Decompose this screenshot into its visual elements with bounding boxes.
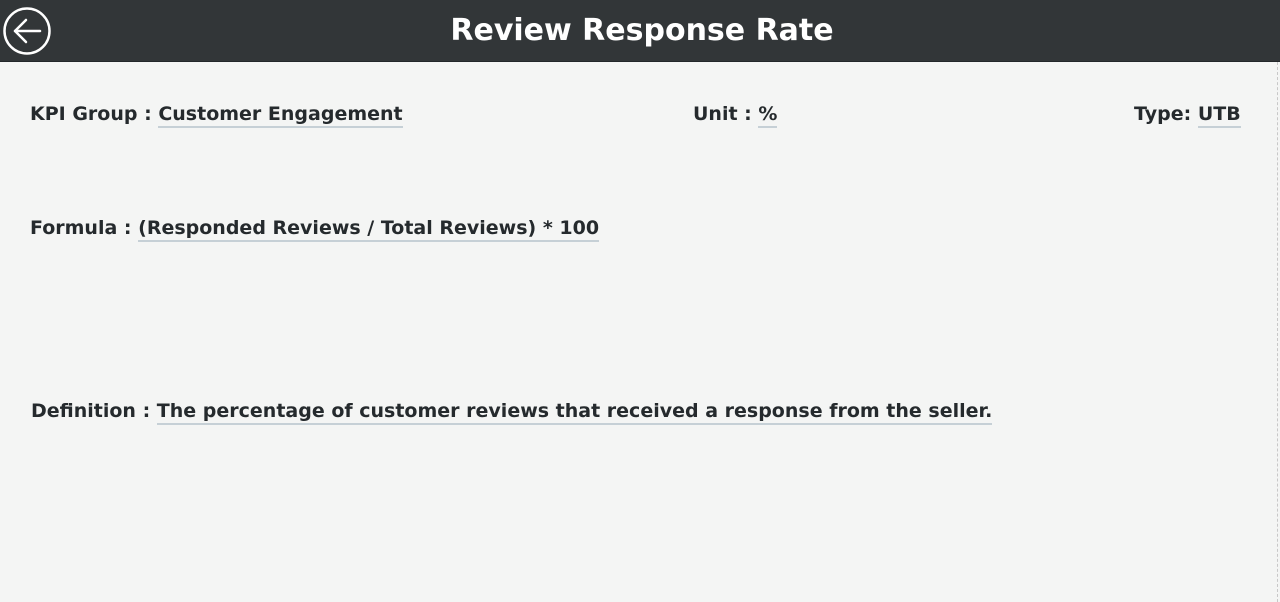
kpi-group-value: Customer Engagement (158, 104, 403, 128)
definition-field: Definition : The percentage of customer … (31, 400, 993, 425)
kpi-group-label: KPI Group : (30, 103, 152, 125)
definition-label: Definition : (31, 400, 151, 422)
type-label: Type: (1134, 103, 1192, 125)
definition-value: The percentage of customer reviews that … (156, 401, 993, 425)
formula-value: (Responded Reviews / Total Reviews) * 10… (138, 218, 600, 242)
page-title: Review Response Rate (450, 13, 834, 48)
type-field: Type: UTB (1134, 103, 1241, 128)
unit-value: % (758, 104, 778, 128)
unit-field: Unit : % (693, 103, 778, 128)
unit-label: Unit : (693, 103, 752, 125)
formula-field: Formula : (Responded Reviews / Total Rev… (30, 217, 600, 242)
header-bar: Review Response Rate (0, 0, 1280, 62)
type-value: UTB (1197, 104, 1241, 128)
kpi-group-field: KPI Group : Customer Engagement (30, 103, 403, 128)
formula-label: Formula : (30, 217, 132, 239)
